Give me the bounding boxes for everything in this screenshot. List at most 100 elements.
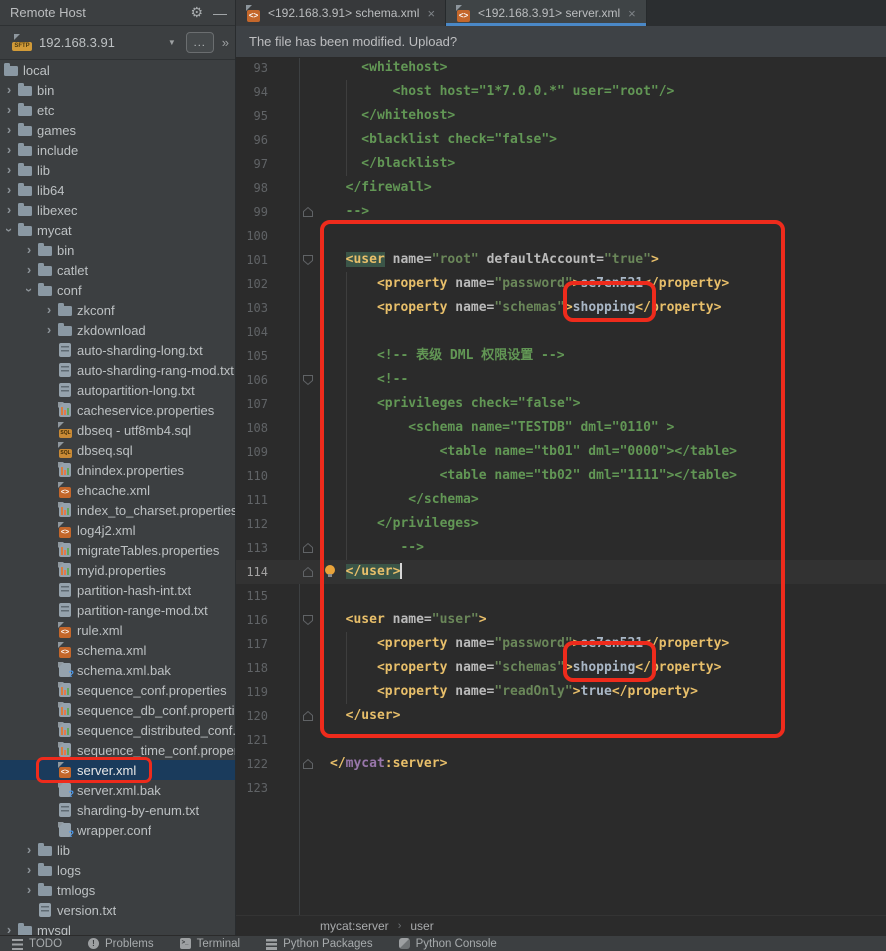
tree-chevron-icon[interactable]: › xyxy=(40,300,58,320)
tree-item-games[interactable]: › games xyxy=(0,120,235,140)
fold-end-icon[interactable] xyxy=(302,542,314,554)
tree-item-dbseq-utf8mb4-sql[interactable]: SQL dbseq - utf8mb4.sql xyxy=(0,420,235,440)
tree-chevron-icon[interactable]: › xyxy=(0,100,18,120)
tree-item-libexec[interactable]: › libexec xyxy=(0,200,235,220)
code-line-101[interactable]: 101 <user name="root" defaultAccount="tr… xyxy=(236,248,886,272)
host-selector[interactable]: SFTP 192.168.3.91 ▼ xyxy=(12,30,186,56)
tree-item-sequence-conf-properties[interactable]: sequence_conf.properties xyxy=(0,680,235,700)
code-line-107[interactable]: 107 <privileges check="false"> xyxy=(236,392,886,416)
tree-item-dnindex-properties[interactable]: dnindex.properties xyxy=(0,460,235,480)
tree-item-mysql[interactable]: › mysql xyxy=(0,920,235,935)
code-line-106[interactable]: 106 <!-- xyxy=(236,368,886,392)
code-line-113[interactable]: 113 --> xyxy=(236,536,886,560)
tree-chevron-icon[interactable]: › xyxy=(20,860,38,880)
more-chevrons-icon[interactable]: » xyxy=(222,35,229,50)
tree-item-cacheservice-properties[interactable]: cacheservice.properties xyxy=(0,400,235,420)
tree-item-autopartition-long-txt[interactable]: autopartition-long.txt xyxy=(0,380,235,400)
code-line-94[interactable]: 94 <host host="1*7.0.0.*" user="root"/> xyxy=(236,80,886,104)
tree-item-schema-xml-bak[interactable]: ? schema.xml.bak xyxy=(0,660,235,680)
editor-tab-server-xml[interactable]: <> <192.168.3.91> server.xml × xyxy=(446,0,647,26)
code-line-98[interactable]: 98 </firewall> xyxy=(236,176,886,200)
fold-end-icon[interactable] xyxy=(302,758,314,770)
tree-item-conf[interactable]: › conf xyxy=(0,280,235,300)
lightbulb-icon[interactable] xyxy=(324,565,336,577)
code-line-110[interactable]: 110 <table name="tb02" dml="1111"></tabl… xyxy=(236,464,886,488)
status-bar-item-terminal[interactable]: >_ Terminal xyxy=(179,938,240,950)
tree-item-local[interactable]: local xyxy=(0,60,235,80)
tree-item-zkdownload[interactable]: › zkdownload xyxy=(0,320,235,340)
tree-item-etc[interactable]: › etc xyxy=(0,100,235,120)
tree-item-bin[interactable]: › bin xyxy=(0,80,235,100)
status-bar-item-python-console[interactable]: Python Console xyxy=(398,938,497,950)
code-line-112[interactable]: 112 </privileges> xyxy=(236,512,886,536)
tree-item-sharding-by-enum-txt[interactable]: sharding-by-enum.txt xyxy=(0,800,235,820)
tree-item-rule-xml[interactable]: <> rule.xml xyxy=(0,620,235,640)
code-line-119[interactable]: 119 <property name="readOnly">true</prop… xyxy=(236,680,886,704)
code-line-111[interactable]: 111 </schema> xyxy=(236,488,886,512)
code-line-105[interactable]: 105 <!-- 表级 DML 权限设置 --> xyxy=(236,344,886,368)
status-bar-item-problems[interactable]: ! Problems xyxy=(88,938,154,950)
code-line-123[interactable]: 123 xyxy=(236,776,886,800)
tree-chevron-icon[interactable]: › xyxy=(0,80,18,100)
tree-chevron-icon[interactable]: › xyxy=(0,120,18,140)
tree-item-wrapper-conf[interactable]: ? wrapper.conf xyxy=(0,820,235,840)
tree-chevron-icon[interactable]: › xyxy=(0,140,18,160)
tree-item-tmlogs[interactable]: › tmlogs xyxy=(0,880,235,900)
tree-item-myid-properties[interactable]: myid.properties xyxy=(0,560,235,580)
code-line-96[interactable]: 96 <blacklist check="false"> xyxy=(236,128,886,152)
code-line-104[interactable]: 104 xyxy=(236,320,886,344)
fold-start-icon[interactable] xyxy=(302,614,314,626)
tree-item-auto-sharding-long-txt[interactable]: auto-sharding-long.txt xyxy=(0,340,235,360)
tree-chevron-icon[interactable]: › xyxy=(0,221,19,239)
code-line-114[interactable]: 114 </user> xyxy=(236,560,886,584)
tree-item-sequence-distributed-conf-properties[interactable]: sequence_distributed_conf.properties xyxy=(0,720,235,740)
code-line-122[interactable]: 122 </mycat:server> xyxy=(236,752,886,776)
tree-item-server-xml-bak[interactable]: ? server.xml.bak xyxy=(0,780,235,800)
tree-item-include[interactable]: › include xyxy=(0,140,235,160)
code-line-116[interactable]: 116 <user name="user"> xyxy=(236,608,886,632)
tree-item-log4j2-xml[interactable]: <> log4j2.xml xyxy=(0,520,235,540)
code-line-102[interactable]: 102 <property name="password">se7en521</… xyxy=(236,272,886,296)
tree-chevron-icon[interactable]: › xyxy=(0,920,18,935)
fold-end-icon[interactable] xyxy=(302,710,314,722)
tree-item-sequence-time-conf-properties[interactable]: sequence_time_conf.properties xyxy=(0,740,235,760)
gear-icon[interactable]: ⚙ xyxy=(190,4,203,21)
tree-item-lib64[interactable]: › lib64 xyxy=(0,180,235,200)
fold-end-icon[interactable] xyxy=(302,206,314,218)
tree-item-logs[interactable]: › logs xyxy=(0,860,235,880)
code-line-93[interactable]: 93 <whitehost> xyxy=(236,58,886,80)
tree-item-schema-xml[interactable]: <> schema.xml xyxy=(0,640,235,660)
browse-button[interactable]: ... xyxy=(185,32,214,53)
tree-chevron-icon[interactable]: › xyxy=(20,240,38,260)
tree-item-version-txt[interactable]: version.txt xyxy=(0,900,235,920)
tree-chevron-icon[interactable]: › xyxy=(0,160,18,180)
tree-chevron-icon[interactable]: › xyxy=(20,840,38,860)
code-line-103[interactable]: 103 <property name="schemas">shopping</p… xyxy=(236,296,886,320)
fold-start-icon[interactable] xyxy=(302,254,314,266)
code-line-121[interactable]: 121 xyxy=(236,728,886,752)
tree-item-auto-sharding-rang-mod-txt[interactable]: auto-sharding-rang-mod.txt xyxy=(0,360,235,380)
minimize-icon[interactable]: — xyxy=(213,5,227,21)
fold-start-icon[interactable] xyxy=(302,374,314,386)
code-line-100[interactable]: 100 xyxy=(236,224,886,248)
tree-item-migratetables-properties[interactable]: migrateTables.properties xyxy=(0,540,235,560)
tree-chevron-icon[interactable]: › xyxy=(20,880,38,900)
tree-chevron-icon[interactable]: › xyxy=(19,281,39,299)
tree-item-lib[interactable]: › lib xyxy=(0,840,235,860)
tree-item-lib[interactable]: › lib xyxy=(0,160,235,180)
code-line-99[interactable]: 99 --> xyxy=(236,200,886,224)
tree-item-index-to-charset-properties[interactable]: index_to_charset.properties xyxy=(0,500,235,520)
tree-chevron-icon[interactable]: › xyxy=(20,260,38,280)
breadcrumb-item-mycat-server[interactable]: mycat:server xyxy=(320,919,389,933)
status-bar-item-todo[interactable]: TODO xyxy=(12,938,62,950)
code-line-95[interactable]: 95 </whitehost> xyxy=(236,104,886,128)
code-line-115[interactable]: 115 xyxy=(236,584,886,608)
tree-item-server-xml[interactable]: <> server.xml xyxy=(0,757,235,783)
editor-tab-schema-xml[interactable]: <> <192.168.3.91> schema.xml × xyxy=(236,0,447,26)
tree-chevron-icon[interactable]: › xyxy=(0,200,18,220)
tree-item-partition-hash-int-txt[interactable]: partition-hash-int.txt xyxy=(0,580,235,600)
tab-close-icon[interactable]: × xyxy=(427,6,435,21)
tree-item-partition-range-mod-txt[interactable]: partition-range-mod.txt xyxy=(0,600,235,620)
tab-close-icon[interactable]: × xyxy=(628,6,636,21)
tree-item-dbseq-sql[interactable]: SQL dbseq.sql xyxy=(0,440,235,460)
